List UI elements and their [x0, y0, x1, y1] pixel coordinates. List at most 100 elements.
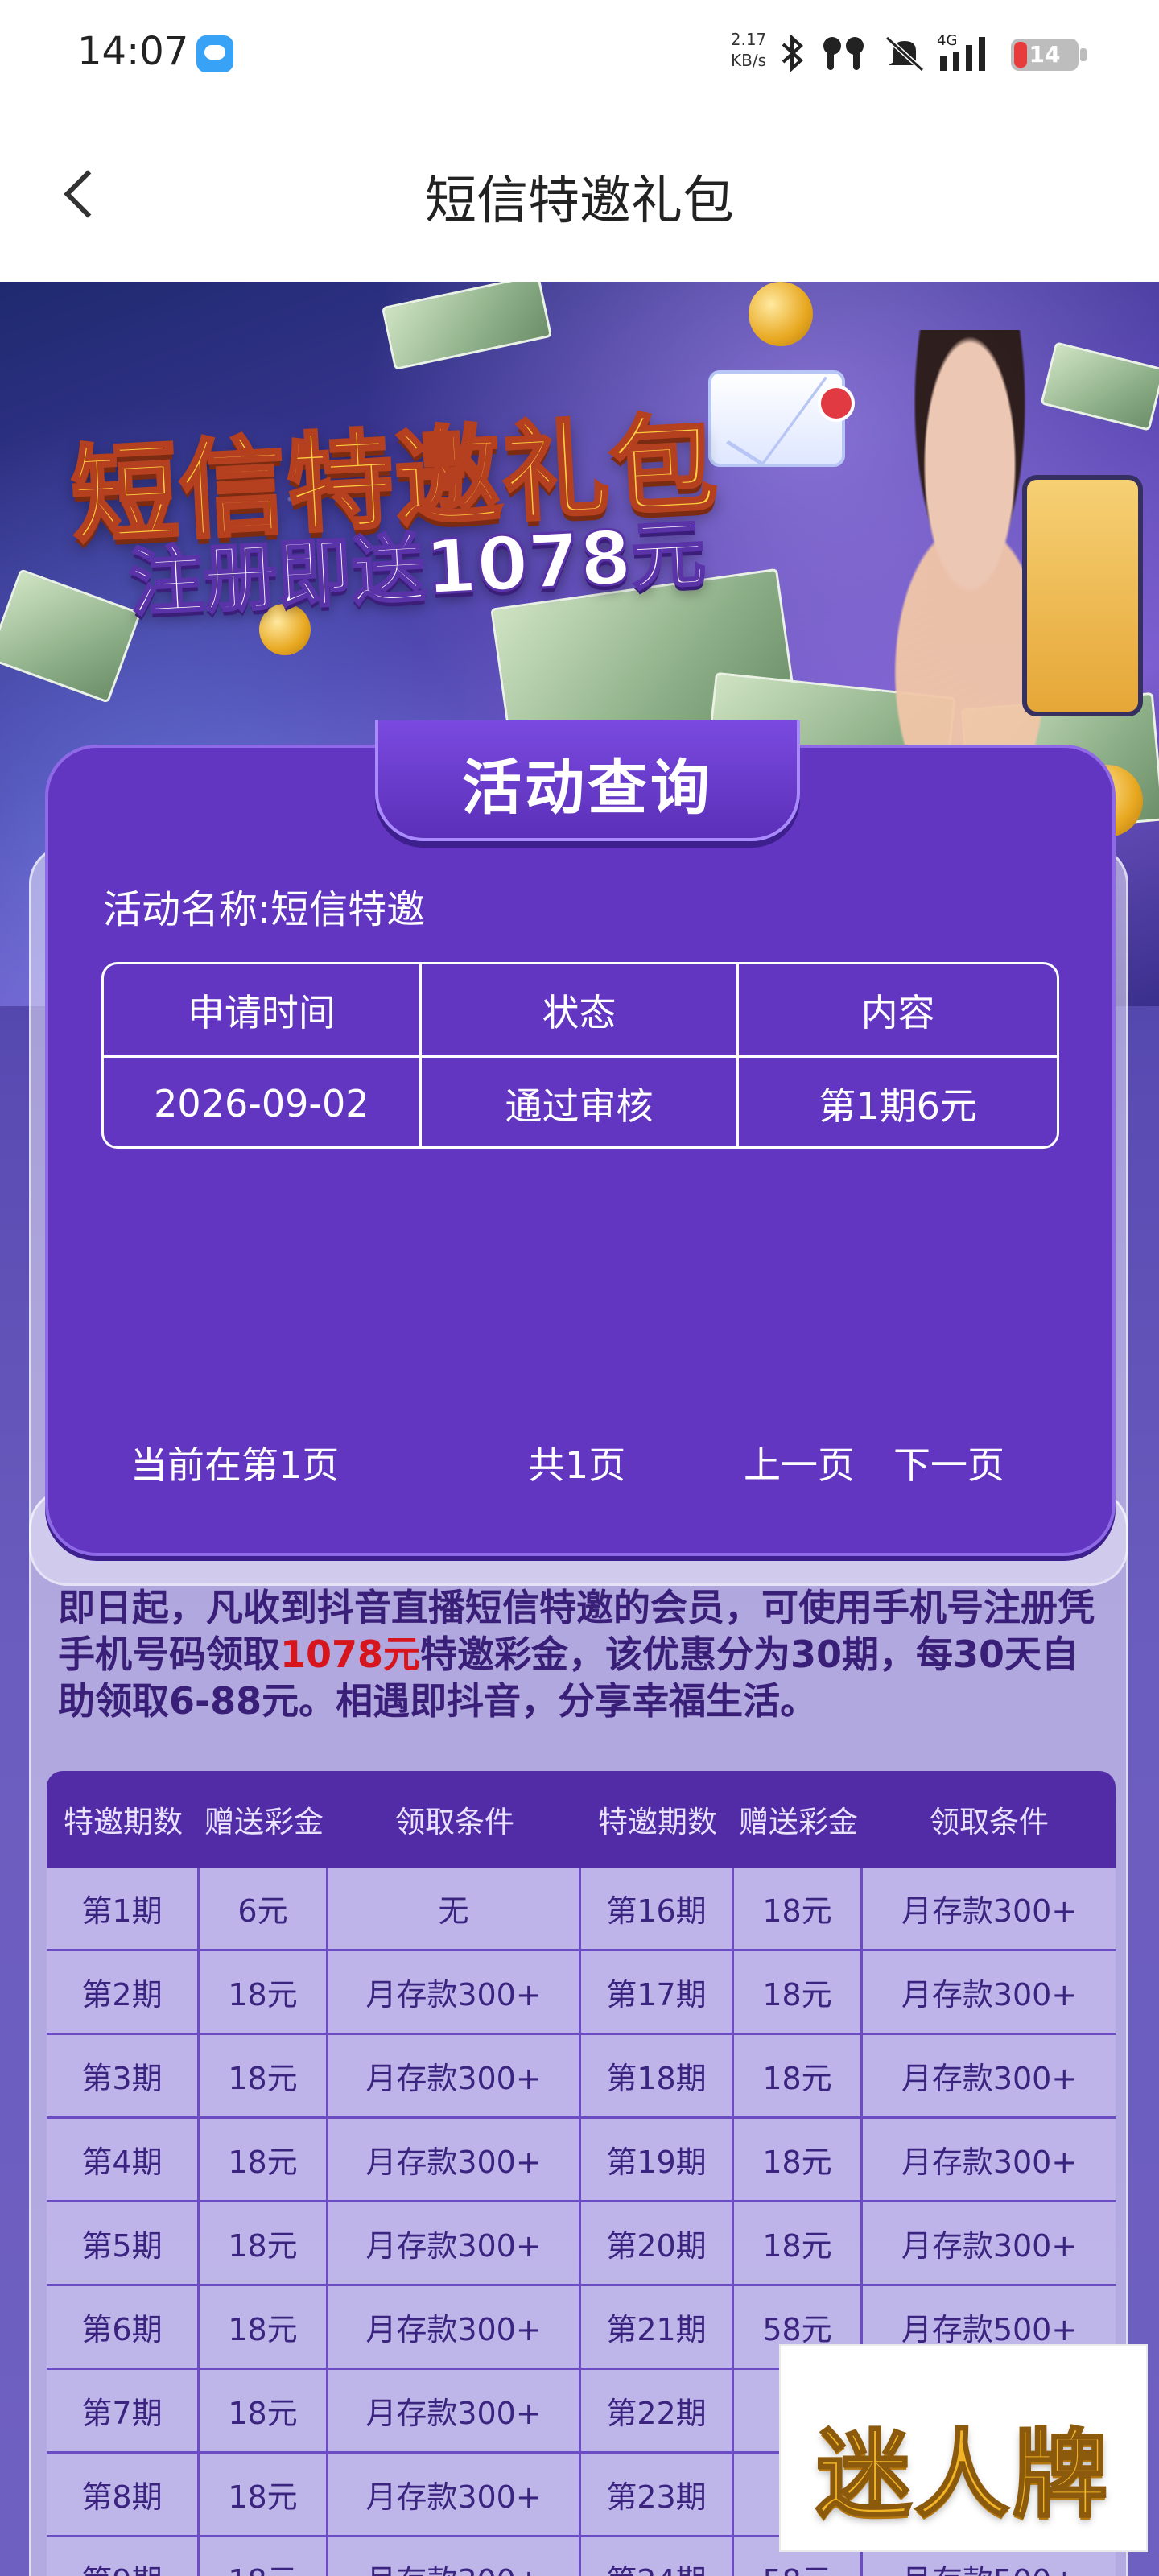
cash-graphic: [0, 568, 142, 704]
status-bar: 14:07 2.17 KB/s 4G 14: [0, 0, 1159, 113]
brand-watermark: 迷人牌: [779, 2344, 1148, 2552]
condition-cell: 月存款300+: [901, 2145, 1078, 2180]
envelope-icon: [708, 370, 845, 467]
condition-cell: 无: [328, 1868, 581, 1949]
header-condition: 领取条件: [395, 1805, 514, 1839]
signal-icon: 4G: [935, 32, 1000, 74]
table-row: 第3期 18元 月存款300+ 第18期 18元 月存款300+: [47, 2035, 1116, 2119]
bluetooth-icon: [776, 32, 808, 74]
period-cell: 第3期: [47, 2035, 200, 2116]
table-row: 第1期 6元无第16期 18元 月存款300+: [47, 1868, 1116, 1951]
bonus-cell: 18元: [734, 1951, 863, 2033]
header-apply-time: 申请时间: [104, 964, 422, 1055]
table-row: 第4期 18元 月存款300+ 第19期 18元 月存款300+: [47, 2119, 1116, 2202]
status-cell: 通过审核: [422, 1058, 740, 1146]
header-period: 特邀期数: [64, 1805, 183, 1839]
period-cell: 第24期: [581, 2537, 734, 2576]
header-status: 状态: [422, 964, 740, 1055]
query-table: 申请时间 状态 内容 2026-09-02 通过审核 第1期6元: [101, 962, 1059, 1149]
header-bonus: 赠送彩金: [204, 1805, 324, 1839]
period-cell: 第20期: [581, 2202, 734, 2284]
period-cell: 第21期: [581, 2286, 734, 2368]
speed-unit: KB/s: [731, 51, 766, 70]
query-card: [45, 745, 1116, 1556]
period-cell: 第19期: [581, 2119, 734, 2200]
condition-cell: 月存款300+: [901, 1977, 1078, 2013]
bonus-cell: 18元: [200, 2370, 328, 2451]
period-cell: 第23期: [581, 2454, 734, 2535]
network-type: 4G: [937, 32, 957, 49]
bonus-cell: 18元: [200, 2286, 328, 2368]
speed-value: 2.17: [730, 30, 767, 49]
page-title: 短信特邀礼包: [425, 171, 734, 231]
bonus-cell: 18元: [200, 2119, 328, 2200]
header-condition: 领取条件: [930, 1805, 1049, 1839]
bonus-cell: 18元: [734, 2119, 863, 2200]
screen: 14:07 2.17 KB/s 4G 14 短信特邀礼包 短信特邀礼包 注册即送…: [0, 0, 1159, 2576]
condition-cell: 月存款300+: [901, 2061, 1078, 2096]
period-cell: 第4期: [47, 2119, 200, 2200]
period-cell: 第2期: [47, 1951, 200, 2033]
query-title: 活动查询: [462, 753, 713, 823]
period-cell: 第16期: [581, 1868, 734, 1949]
condition-cell: 月存款300+: [328, 2119, 581, 2200]
apply-time-cell: 2026-09-02: [104, 1058, 422, 1146]
next-page-button[interactable]: 下一页: [893, 1436, 1004, 1489]
bonus-cell: 18元: [200, 2202, 328, 2284]
bonus-cell: 6元: [200, 1868, 328, 1949]
query-tab: 活动查询: [375, 720, 800, 841]
status-time: 14:07: [77, 29, 189, 74]
cash-graphic: [381, 282, 553, 370]
battery-tip: [1080, 48, 1087, 61]
header-period: 特邀期数: [598, 1805, 717, 1839]
table-row: 第5期 18元 月存款300+ 第20期 18元 月存款300+: [47, 2202, 1116, 2286]
period-cell: 第7期: [47, 2370, 200, 2451]
period-cell: 第1期: [47, 1868, 200, 1949]
condition-cell: 月存款300+: [328, 1951, 581, 2033]
bonus-cell: 18元: [200, 2454, 328, 2535]
table-row: 2026-09-02 通过审核 第1期6元: [104, 1058, 1057, 1146]
condition-cell: 月存款300+: [328, 2454, 581, 2535]
table-row: 第2期 18元 月存款300+ 第17期 18元 月存款300+: [47, 1951, 1116, 2035]
pager-current: 当前在第1页: [130, 1443, 340, 1487]
condition-cell: 月存款300+: [328, 2537, 581, 2576]
query-table-header: 申请时间 状态 内容: [104, 964, 1057, 1055]
phone-graphic: [1022, 475, 1143, 716]
bonus-cell: 18元: [200, 2035, 328, 2116]
battery-level: 14: [1029, 41, 1061, 68]
nav-bar: 短信特邀礼包: [0, 113, 1159, 282]
condition-cell: 月存款300+: [328, 2035, 581, 2116]
condition-cell: 月存款300+: [328, 2286, 581, 2368]
condition-cell: 月存款300+: [328, 2370, 581, 2451]
pager-total: 共1页: [528, 1443, 626, 1487]
bonus-cell: 18元: [734, 1868, 863, 1949]
period-cell: 第22期: [581, 2370, 734, 2451]
bonus-cell: 18元: [734, 2035, 863, 2116]
period-cell: 第6期: [47, 2286, 200, 2368]
header-content: 内容: [860, 990, 935, 1034]
condition-cell: 月存款300+: [901, 1893, 1078, 1929]
period-cell: 第9期: [47, 2537, 200, 2576]
watermark-logo-text: 迷人牌: [815, 2418, 1111, 2532]
message-app-icon: [196, 35, 233, 72]
prev-page-button[interactable]: 上一页: [744, 1436, 855, 1489]
period-cell: 第17期: [581, 1951, 734, 2033]
activity-name: 活动名称:短信特邀: [103, 887, 426, 932]
condition-cell: 月存款300+: [901, 2228, 1078, 2264]
battery-icon: 14: [1011, 39, 1079, 71]
earbuds-icon: [819, 32, 868, 74]
network-speed: 2.17 KB/s: [724, 29, 773, 71]
bonus-cell: 18元: [200, 2537, 328, 2576]
period-cell: 第5期: [47, 2202, 200, 2284]
bonus-amount: 1078元: [280, 1633, 421, 1676]
page-content[interactable]: 短信特邀礼包 注册即送1078元 活动查询 活动名称:短信特邀 申请时间 状态 …: [0, 282, 1159, 2576]
content-cell: 第1期6元: [819, 1084, 977, 1128]
header-bonus: 赠送彩金: [739, 1805, 858, 1839]
bonus-cell: 18元: [734, 2202, 863, 2284]
period-cell: 第8期: [47, 2454, 200, 2535]
mute-icon: [881, 32, 929, 74]
bonus-cell: 18元: [200, 1951, 328, 2033]
rewards-table-header: 特邀期数 赠送彩金 领取条件 特邀期数 赠送彩金 领取条件: [47, 1771, 1116, 1868]
condition-cell: 月存款300+: [328, 2202, 581, 2284]
notification-badge: [818, 385, 855, 422]
